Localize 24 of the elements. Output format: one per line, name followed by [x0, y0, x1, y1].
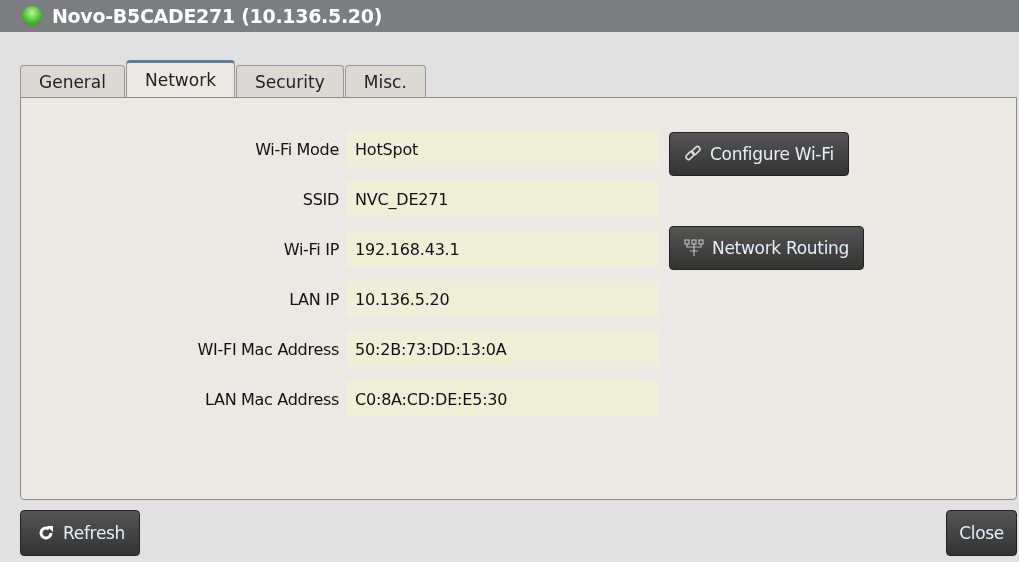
field-label: LAN IP — [288, 289, 340, 309]
field-label: Wi-Fi Mode — [254, 139, 340, 159]
field-value: 192.168.43.1 — [347, 231, 659, 267]
close-button[interactable]: Close — [946, 510, 1017, 556]
action-button[interactable]: Network Routing — [669, 226, 865, 270]
window-title: Novo-B5CADE271 (10.136.5.20) — [52, 5, 383, 27]
field-label: SSID — [301, 189, 340, 209]
tab[interactable]: Misc. — [344, 65, 426, 97]
field-value: 10.136.5.20 — [347, 281, 659, 317]
tab[interactable]: General — [20, 65, 125, 97]
field-value: NVC_DE271 — [347, 181, 659, 217]
field-value: HotSpot — [347, 131, 659, 167]
refresh-icon — [37, 524, 55, 542]
field-label: WI-FI Mac Address — [196, 339, 340, 359]
action-button[interactable]: Configure Wi-Fi — [669, 132, 849, 176]
tab[interactable]: Network — [126, 60, 235, 97]
field-label: LAN Mac Address — [204, 389, 340, 409]
refresh-button[interactable]: Refresh — [20, 510, 141, 556]
field-value: 50:2B:73:DD:13:0A — [347, 331, 659, 367]
field-value: C0:8A:CD:DE:E5:30 — [347, 381, 659, 417]
network-icon — [684, 239, 704, 257]
field-label: Wi-Fi IP — [282, 239, 340, 259]
link-icon — [684, 145, 702, 163]
tab[interactable]: Security — [236, 65, 344, 97]
